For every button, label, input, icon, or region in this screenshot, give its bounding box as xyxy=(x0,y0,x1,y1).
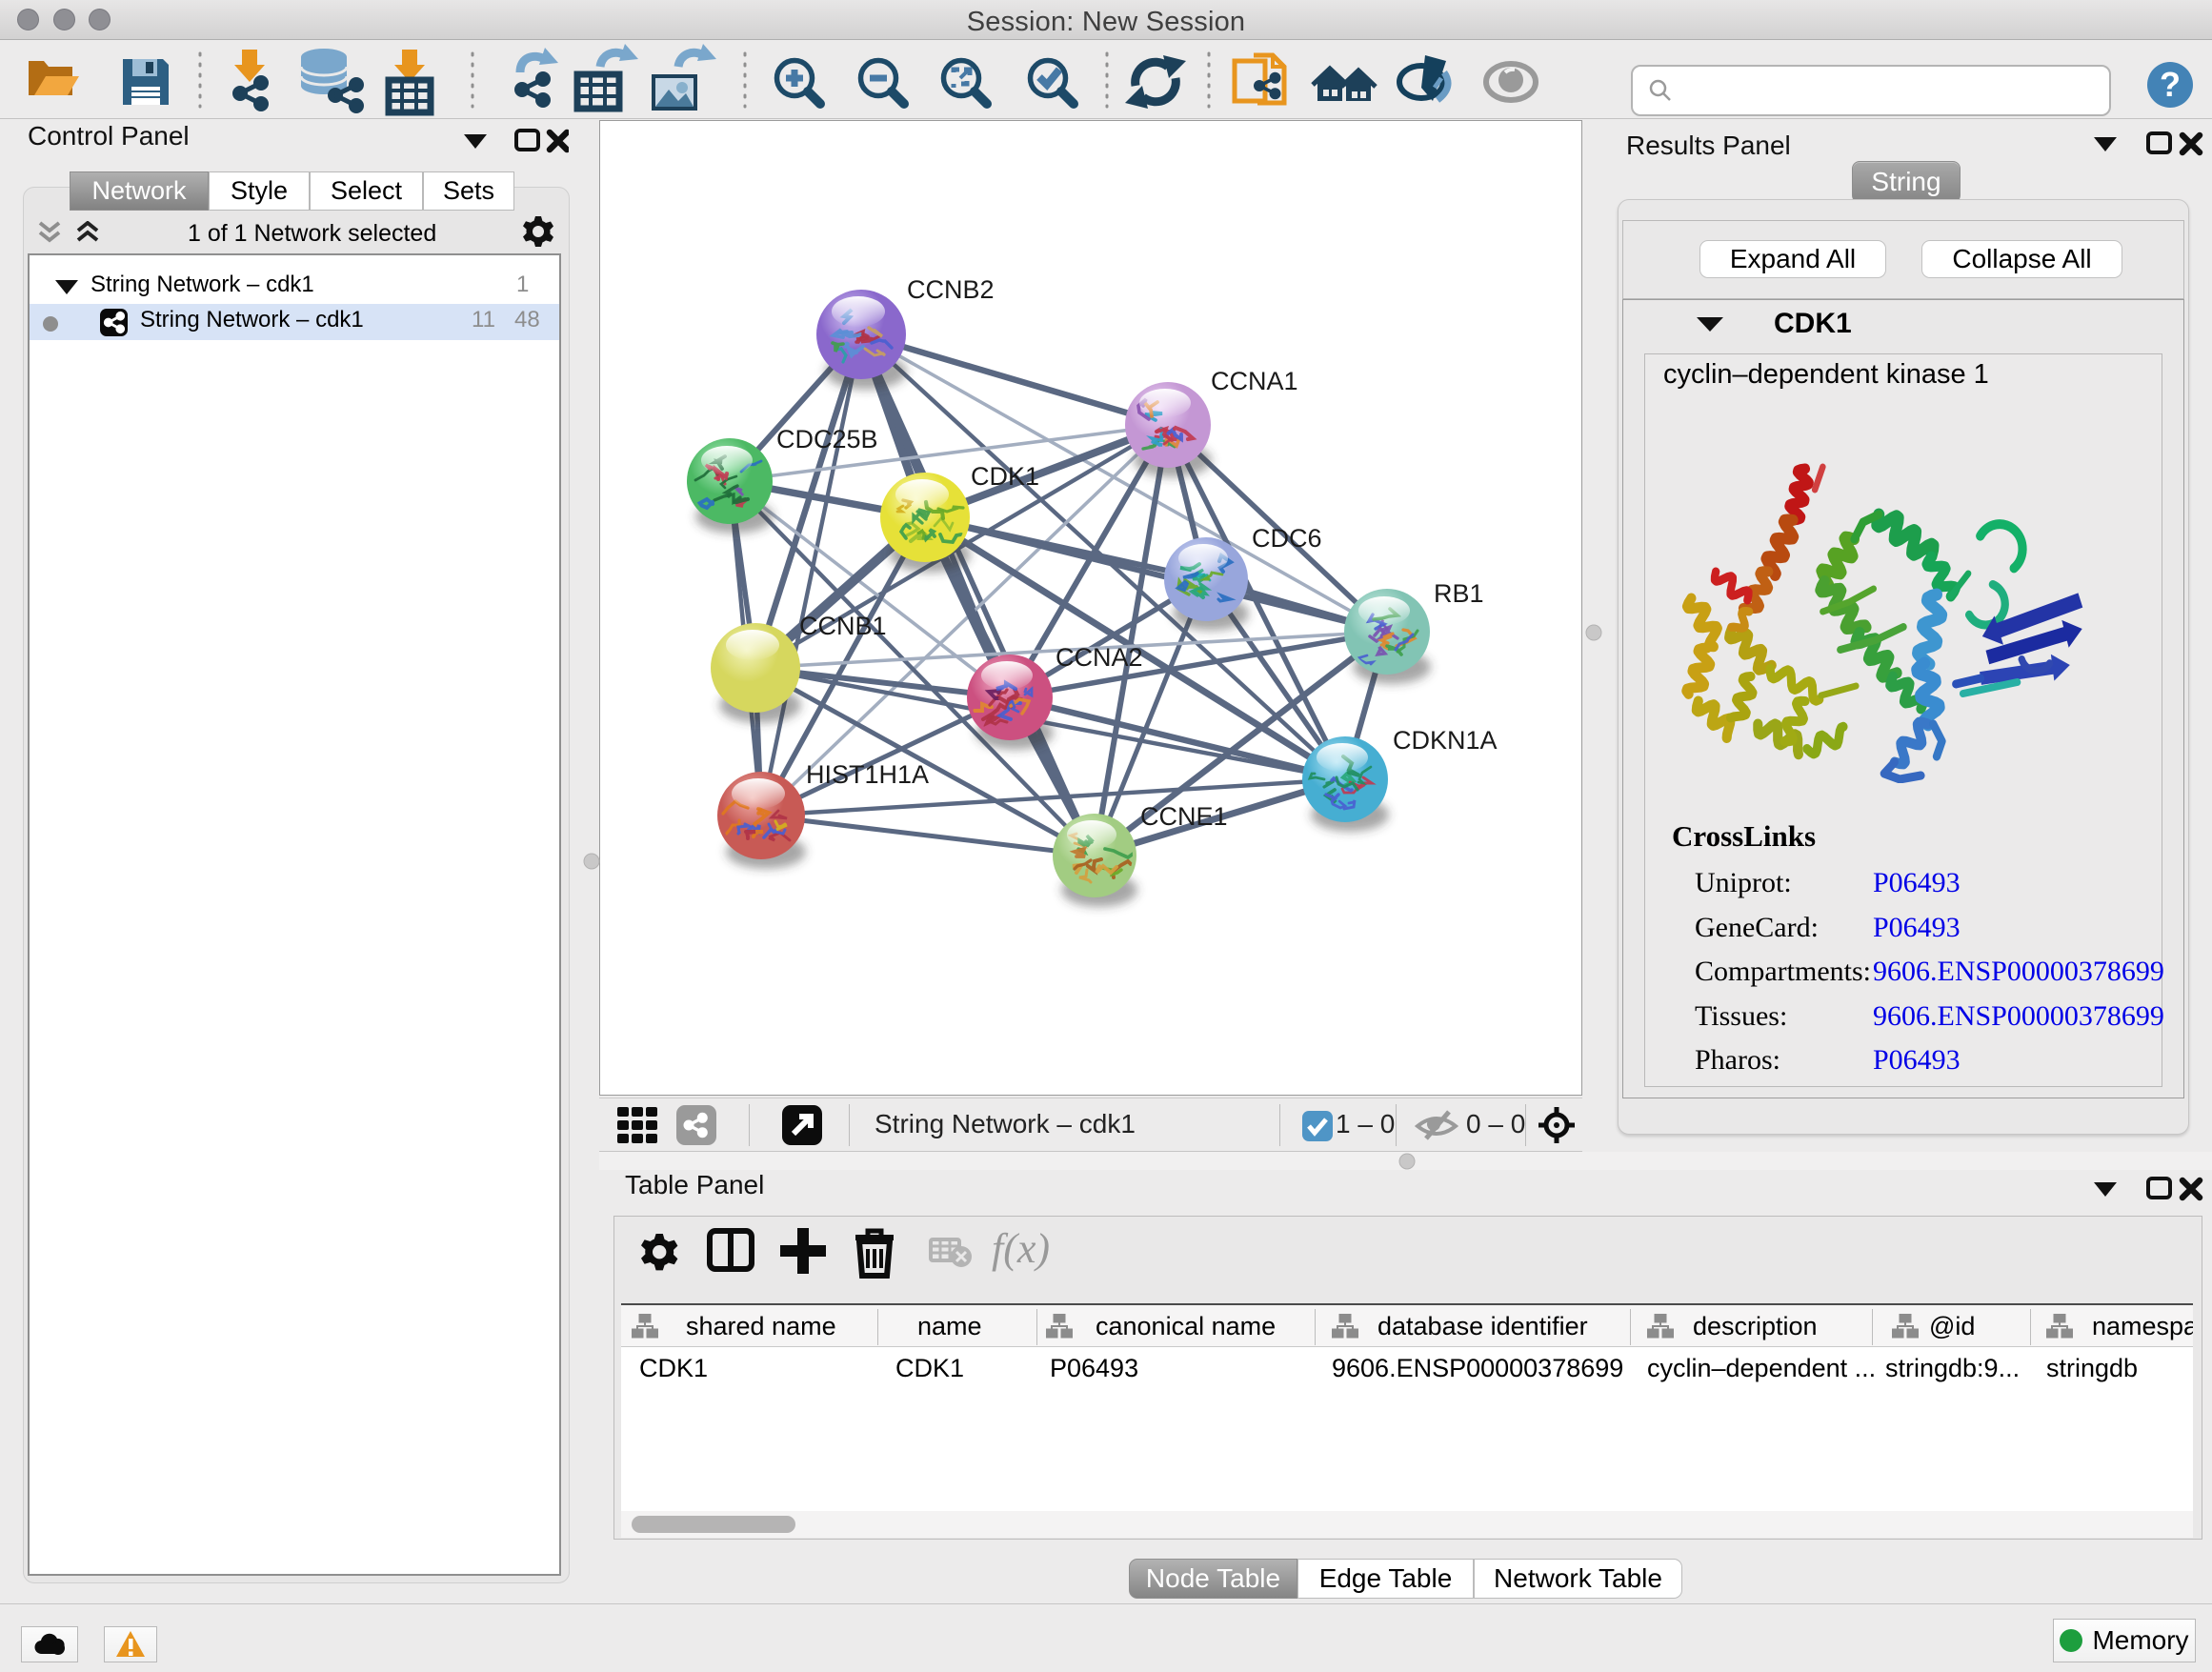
svg-text:CCNB2: CCNB2 xyxy=(907,275,995,304)
svg-text:CDC25B: CDC25B xyxy=(776,425,878,453)
svg-text:CDC6: CDC6 xyxy=(1252,524,1322,553)
svg-text:CDKN1A: CDKN1A xyxy=(1393,726,1498,755)
svg-text:RB1: RB1 xyxy=(1434,579,1484,608)
svg-text:CCNA2: CCNA2 xyxy=(1056,643,1143,672)
svg-text:HIST1H1A: HIST1H1A xyxy=(806,760,929,789)
svg-text:?: ? xyxy=(2160,65,2181,104)
svg-text:f(x): f(x) xyxy=(992,1225,1050,1272)
svg-text:CCNA1: CCNA1 xyxy=(1211,367,1298,395)
svg-text:CDK1: CDK1 xyxy=(971,462,1039,491)
svg-text:CCNB1: CCNB1 xyxy=(799,612,887,640)
svg-text:CCNE1: CCNE1 xyxy=(1140,802,1228,831)
